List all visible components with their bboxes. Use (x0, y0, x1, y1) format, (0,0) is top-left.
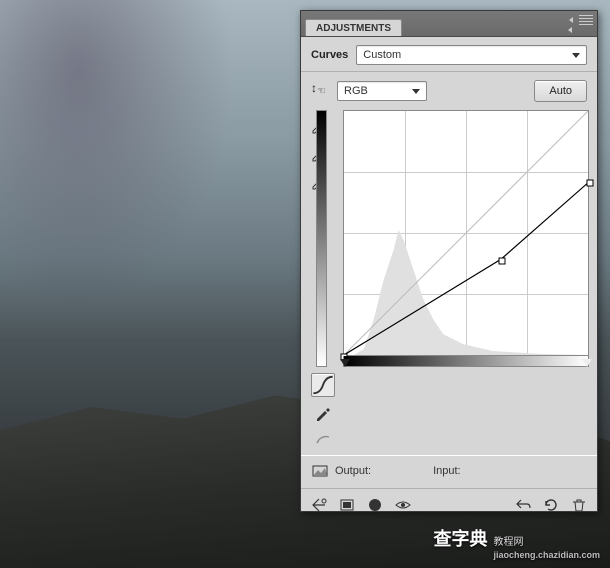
pencil-tool-icon[interactable] (313, 403, 333, 423)
output-label: Output: (335, 465, 371, 477)
return-to-list-icon[interactable] (309, 495, 329, 515)
curve-point-tool-icon[interactable] (311, 373, 335, 397)
tab-adjustments[interactable]: ADJUSTMENTS (305, 19, 402, 36)
expanded-view-icon[interactable] (337, 495, 357, 515)
previous-state-icon[interactable] (513, 495, 533, 515)
collapse-icon[interactable] (569, 17, 573, 23)
auto-button[interactable]: Auto (534, 80, 587, 102)
channel-select[interactable]: RGB (337, 81, 427, 101)
preset-select[interactable]: Custom (356, 45, 587, 65)
smooth-tool-icon[interactable] (313, 429, 333, 449)
channel-value: RGB (344, 85, 368, 97)
input-gradient[interactable] (343, 356, 589, 367)
channel-row: RGB Auto (301, 72, 597, 110)
preset-row: Curves Custom (301, 37, 597, 72)
clip-to-layer-icon[interactable] (365, 495, 385, 515)
adjustments-panel: ADJUSTMENTS Curves Custom RGB Auto (300, 10, 598, 512)
visibility-icon[interactable] (393, 495, 413, 515)
curve-lines (344, 111, 588, 355)
curves-main-area (301, 110, 597, 371)
input-label: Input: (433, 465, 461, 477)
white-slider[interactable] (582, 359, 592, 367)
panel-footer (301, 489, 597, 521)
reset-icon[interactable] (541, 495, 561, 515)
chevron-down-icon (412, 89, 420, 94)
black-slider[interactable] (340, 359, 350, 367)
curve-point[interactable] (499, 257, 506, 264)
adjustment-type-label: Curves (311, 49, 348, 61)
preset-value: Custom (363, 49, 401, 61)
curve-tools-column (309, 371, 337, 449)
curve-point[interactable] (587, 180, 594, 187)
curve-wrap (329, 110, 589, 367)
output-input-row: Output: Input: (301, 455, 597, 489)
chevron-down-icon (572, 53, 580, 58)
delete-icon[interactable] (569, 495, 589, 515)
output-gradient (316, 110, 327, 367)
watermark: 查字典 教程网 jiaocheng.chazidian.com (433, 525, 600, 560)
scrubby-slider-icon[interactable] (311, 82, 329, 100)
panel-tabbar: ADJUSTMENTS (301, 11, 597, 37)
watermark-url: jiaocheng.chazidian.com (493, 550, 600, 560)
watermark-brand: 查字典 (433, 525, 487, 551)
panel-menu-icon[interactable] (579, 15, 593, 25)
watermark-tag: 教程网 (493, 537, 523, 548)
curves-graph[interactable] (343, 110, 589, 356)
clip-preview-icon[interactable] (311, 462, 329, 480)
